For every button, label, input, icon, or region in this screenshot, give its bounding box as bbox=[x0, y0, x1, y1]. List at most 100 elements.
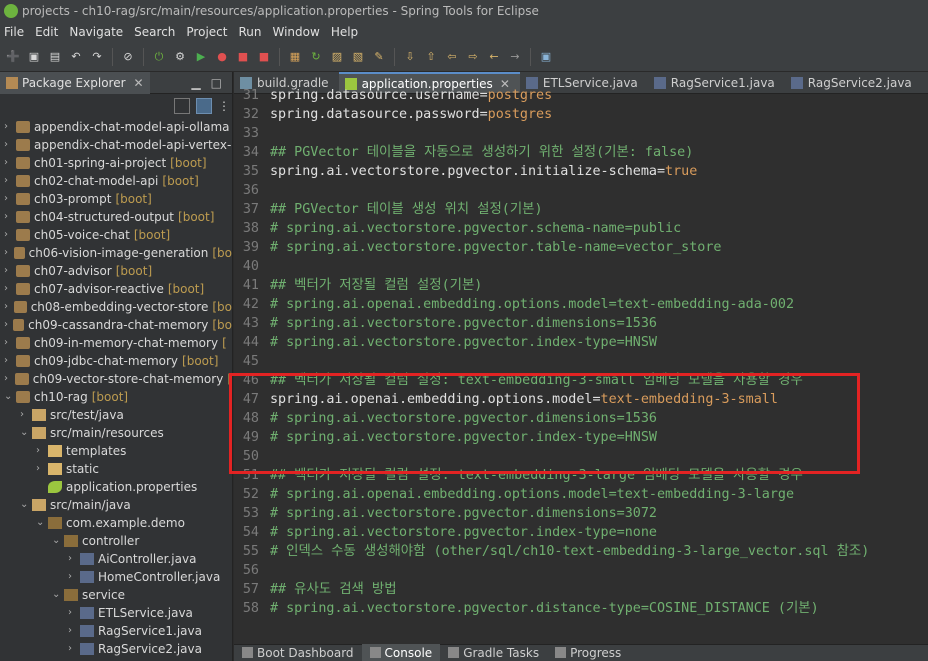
tree-item[interactable]: › static bbox=[0, 460, 232, 478]
save-all-icon[interactable]: ▤ bbox=[46, 48, 64, 66]
chevron-down-icon[interactable]: ⌄ bbox=[20, 496, 32, 514]
stop-icon[interactable]: ■ bbox=[234, 48, 252, 66]
tree-item[interactable]: ⌄ src/main/java bbox=[0, 496, 232, 514]
tree-item[interactable]: › ch08-embedding-vector-store [bo bbox=[0, 298, 232, 316]
tree-item[interactable]: › ch03-prompt [boot] bbox=[0, 190, 232, 208]
chevron-right-icon[interactable]: › bbox=[36, 460, 48, 478]
undo-icon[interactable]: ↶ bbox=[67, 48, 85, 66]
chevron-right-icon[interactable]: › bbox=[68, 640, 80, 658]
chevron-right-icon[interactable]: › bbox=[4, 370, 15, 388]
tree-item[interactable]: › src/test/java bbox=[0, 406, 232, 424]
skip-breakpoints-icon[interactable]: ⊘ bbox=[119, 48, 137, 66]
open-folder-icon[interactable]: ▧ bbox=[349, 48, 367, 66]
chevron-right-icon[interactable]: › bbox=[4, 208, 16, 226]
chevron-right-icon[interactable]: › bbox=[4, 172, 16, 190]
tree-item[interactable]: ⌄ controller bbox=[0, 532, 232, 550]
collapse-all-icon[interactable] bbox=[174, 98, 190, 114]
menu-navigate[interactable]: Navigate bbox=[65, 25, 130, 39]
tree-item[interactable]: › RagService1.java bbox=[0, 622, 232, 640]
tab-package-explorer[interactable]: Package Explorer ✕ bbox=[0, 72, 150, 94]
tree-item[interactable]: › appendix-chat-model-api-ollama bbox=[0, 118, 232, 136]
tree-item[interactable]: ⌄ src/main/resources bbox=[0, 424, 232, 442]
bottom-tab[interactable]: Progress bbox=[547, 644, 629, 661]
code-view[interactable]: 31 spring.datasource.username=postgres 32 s… bbox=[234, 86, 928, 636]
chevron-right-icon[interactable]: › bbox=[4, 262, 16, 280]
chevron-right-icon[interactable]: › bbox=[4, 226, 16, 244]
chevron-right-icon[interactable]: › bbox=[68, 568, 80, 586]
tree-item[interactable]: › ch07-advisor [boot] bbox=[0, 262, 232, 280]
debug-icon[interactable]: ⚙ bbox=[171, 48, 189, 66]
chevron-down-icon[interactable]: ⌄ bbox=[52, 586, 64, 604]
chevron-right-icon[interactable]: › bbox=[68, 604, 80, 622]
relaunch-icon[interactable]: ■ bbox=[255, 48, 273, 66]
tree-item[interactable]: › ETLService.java bbox=[0, 604, 232, 622]
tree-item[interactable]: › ch04-structured-output [boot] bbox=[0, 208, 232, 226]
run-icon[interactable]: ▶ bbox=[192, 48, 210, 66]
tree-item[interactable]: › ch09-cassandra-chat-memory [bo bbox=[0, 316, 232, 334]
chevron-right-icon[interactable]: › bbox=[68, 622, 80, 640]
bottom-tab[interactable]: Boot Dashboard bbox=[234, 644, 362, 661]
new-icon[interactable]: ➕ bbox=[4, 48, 22, 66]
menu-project[interactable]: Project bbox=[182, 25, 234, 39]
menu-file[interactable]: File bbox=[0, 25, 31, 39]
tree-item[interactable]: › ch07-advisor-reactive [boot] bbox=[0, 280, 232, 298]
refresh-icon[interactable]: ↻ bbox=[307, 48, 325, 66]
tree-item[interactable]: ⌄ ch10-rag [boot] bbox=[0, 388, 232, 406]
menu-window[interactable]: Window bbox=[268, 25, 326, 39]
tree-item[interactable]: › templates bbox=[0, 442, 232, 460]
tree-item[interactable]: › ch09-vector-store-chat-memory[ bbox=[0, 370, 232, 388]
chevron-down-icon[interactable]: ⌄ bbox=[36, 514, 48, 532]
tree-item[interactable]: › ch09-in-memory-chat-memory[ bbox=[0, 334, 232, 352]
maximize-icon[interactable]: □ bbox=[211, 76, 222, 90]
chevron-right-icon[interactable]: › bbox=[4, 280, 16, 298]
perspective-icon[interactable]: ▣ bbox=[537, 48, 555, 66]
chevron-right-icon[interactable]: › bbox=[4, 190, 16, 208]
tree-item[interactable]: application.properties bbox=[0, 478, 232, 496]
chevron-right-icon[interactable]: › bbox=[4, 352, 16, 370]
bottom-tab[interactable]: Gradle Tasks bbox=[440, 644, 547, 661]
grid-icon[interactable]: ▦ bbox=[286, 48, 304, 66]
chevron-down-icon[interactable]: ⌄ bbox=[20, 424, 32, 442]
nav-forward-icon[interactable]: → bbox=[506, 48, 524, 66]
tree-item[interactable]: ⌄ com.example.demo bbox=[0, 514, 232, 532]
tree-item[interactable]: › ch06-vision-image-generation [bo bbox=[0, 244, 232, 262]
menu-search[interactable]: Search bbox=[130, 25, 182, 39]
forward-icon[interactable]: ⇨ bbox=[464, 48, 482, 66]
chevron-down-icon[interactable]: ⌄ bbox=[52, 532, 64, 550]
chevron-right-icon[interactable]: › bbox=[4, 154, 16, 172]
bottom-tab[interactable]: Console bbox=[361, 644, 441, 661]
chevron-right-icon[interactable]: › bbox=[4, 334, 16, 352]
tree-item[interactable]: › AiController.java bbox=[0, 550, 232, 568]
tree-item[interactable]: › ch05-voice-chat [boot] bbox=[0, 226, 232, 244]
close-icon[interactable]: ✕ bbox=[134, 76, 144, 90]
tree-item[interactable]: › ch01-spring-ai-project [boot] bbox=[0, 154, 232, 172]
chevron-right-icon[interactable]: › bbox=[20, 406, 32, 424]
power-icon[interactable]: ⏻ bbox=[150, 48, 168, 66]
brush-icon[interactable]: ✎ bbox=[370, 48, 388, 66]
redo-icon[interactable]: ↷ bbox=[88, 48, 106, 66]
view-menu-icon[interactable]: ⋮ bbox=[218, 99, 230, 113]
menu-run[interactable]: Run bbox=[234, 25, 268, 39]
back-icon[interactable]: ⇦ bbox=[443, 48, 461, 66]
tree-item[interactable]: ⌄ service bbox=[0, 586, 232, 604]
save-icon[interactable]: ▣ bbox=[25, 48, 43, 66]
tree-item[interactable]: › HomeController.java bbox=[0, 568, 232, 586]
chevron-down-icon[interactable]: ⌄ bbox=[4, 388, 16, 406]
next-annotation-icon[interactable]: ⇩ bbox=[401, 48, 419, 66]
chevron-right-icon[interactable]: › bbox=[68, 550, 80, 568]
chevron-right-icon[interactable]: › bbox=[4, 316, 13, 334]
coverage-icon[interactable]: ● bbox=[213, 48, 231, 66]
link-with-editor-icon[interactable] bbox=[196, 98, 212, 114]
menu-edit[interactable]: Edit bbox=[31, 25, 65, 39]
open-type-icon[interactable]: ▨ bbox=[328, 48, 346, 66]
nav-back-icon[interactable]: ← bbox=[485, 48, 503, 66]
chevron-right-icon[interactable]: › bbox=[4, 244, 14, 262]
chevron-right-icon[interactable]: › bbox=[4, 136, 16, 154]
chevron-right-icon[interactable]: › bbox=[4, 118, 16, 136]
tree-item[interactable]: › ch02-chat-model-api [boot] bbox=[0, 172, 232, 190]
menu-help[interactable]: Help bbox=[327, 25, 365, 39]
previous-annotation-icon[interactable]: ⇧ bbox=[422, 48, 440, 66]
tree-item[interactable]: › ch09-jdbc-chat-memory [boot] bbox=[0, 352, 232, 370]
chevron-right-icon[interactable]: › bbox=[4, 298, 14, 316]
tree-item[interactable]: › RagService2.java bbox=[0, 640, 232, 658]
